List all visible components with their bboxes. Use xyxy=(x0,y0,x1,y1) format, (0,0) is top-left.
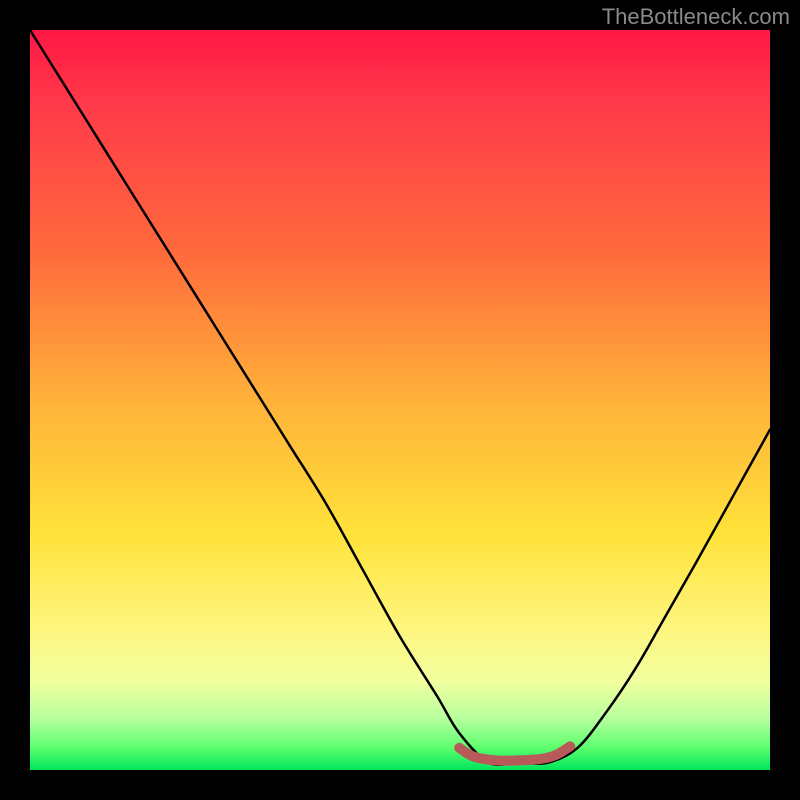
chart-frame: TheBottleneck.com xyxy=(0,0,800,800)
watermark-text: TheBottleneck.com xyxy=(602,4,790,30)
flat-region-marker xyxy=(459,746,570,760)
bottleneck-curve xyxy=(30,30,770,765)
plot-area xyxy=(30,30,770,770)
chart-svg xyxy=(30,30,770,770)
